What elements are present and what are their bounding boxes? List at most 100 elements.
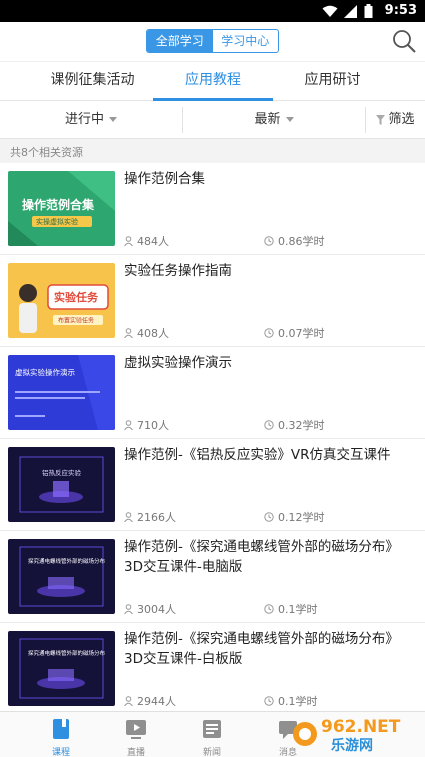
sort-label: 最新 xyxy=(254,112,281,127)
clock-icon xyxy=(264,420,274,430)
item-title: 操作范例-《铝热反应实验》VR仿真交互课件 xyxy=(124,447,391,463)
person-icon xyxy=(124,512,133,522)
filter-label: 筛选 xyxy=(388,112,415,127)
item-participants: 2944人 xyxy=(124,693,176,709)
site-watermark-logo: 962.NET 乐游网 xyxy=(293,717,401,754)
status-icons xyxy=(322,4,373,18)
list-item[interactable]: 探究通电螺线管外部的磁场分布 操作范例-《探究通电螺线管外部的磁场分布》3D交互… xyxy=(0,623,425,715)
funnel-icon xyxy=(376,114,386,125)
clock-icon xyxy=(264,236,274,246)
participant-count: 2944人 xyxy=(137,695,176,708)
sort-dropdown[interactable]: 最新 xyxy=(183,101,365,139)
item-title: 操作范例-《探究通电螺线管外部的磁场分布》3D交互课件-电脑版 xyxy=(124,539,399,575)
person-icon xyxy=(124,236,133,246)
watermark-top: 962.NET xyxy=(321,717,401,737)
item-title: 操作范例-《探究通电螺线管外部的磁场分布》3D交互课件-白板版 xyxy=(124,631,399,667)
nav-label: 课程 xyxy=(51,748,70,757)
item-thumbnail: 探究通电螺线管外部的磁场分布 xyxy=(8,631,115,706)
person-icon xyxy=(124,604,133,614)
status-filter-dropdown[interactable]: 进行中 xyxy=(0,101,182,139)
status-time: 9:53 xyxy=(384,3,417,18)
item-study-hours: 0.07学时 xyxy=(264,325,325,341)
study-hours: 0.86学时 xyxy=(278,235,325,248)
filter-button[interactable]: 筛选 xyxy=(366,101,425,139)
watermark-bottom: 乐游网 xyxy=(331,737,373,754)
clock-icon xyxy=(264,604,274,614)
thumb-title: 铝热反应实验 xyxy=(42,468,82,477)
result-count-bar: 共8个相关资源 xyxy=(0,139,425,163)
clock-icon xyxy=(264,512,274,522)
signal-icon xyxy=(344,4,357,18)
item-participants: 2166人 xyxy=(124,509,176,525)
search-icon[interactable] xyxy=(391,28,417,54)
clock-icon xyxy=(264,696,274,706)
study-hours: 0.07学时 xyxy=(278,327,325,340)
item-thumbnail: 铝热反应实验 xyxy=(8,447,115,522)
study-hours: 0.32学时 xyxy=(278,419,325,432)
list-item[interactable]: 实验任务 布置实验任务 实验任务操作指南 408人 0.07学时 xyxy=(0,255,425,347)
item-participants: 408人 xyxy=(124,325,169,341)
nav-label: 新闻 xyxy=(202,748,221,757)
participant-count: 3004人 xyxy=(137,603,176,616)
item-participants: 710人 xyxy=(124,417,169,433)
segment-learning-center[interactable]: 学习中心 xyxy=(213,30,279,52)
thumb-title: 探究通电螺线管外部的磁场分布 xyxy=(28,557,106,565)
item-study-hours: 0.86学时 xyxy=(264,233,325,249)
item-study-hours: 0.1学时 xyxy=(264,693,318,709)
thumb-title: 操作范例合集 xyxy=(22,197,95,212)
segment-all-learning[interactable]: 全部学习 xyxy=(147,30,213,52)
clock-icon xyxy=(264,328,274,338)
person-icon xyxy=(124,420,133,430)
tab-discussion[interactable]: 应用研讨 xyxy=(275,62,390,101)
thumb-title: 实验任务 xyxy=(54,290,99,304)
thumb-subtitle: 实操虚拟实验 xyxy=(36,217,78,226)
item-participants: 484人 xyxy=(124,233,169,249)
tab-case-collection[interactable]: 课例征集活动 xyxy=(30,62,155,101)
chevron-down-icon xyxy=(285,117,294,122)
wifi-icon xyxy=(322,5,338,17)
participant-count: 484人 xyxy=(137,235,169,248)
item-study-hours: 0.1学时 xyxy=(264,601,318,617)
chevron-down-icon xyxy=(109,117,117,122)
item-thumbnail: 实验任务 布置实验任务 xyxy=(8,263,115,338)
list-item[interactable]: 操作范例合集 实操虚拟实验 操作范例合集 484人 0.86学时 xyxy=(0,163,425,255)
participant-count: 710人 xyxy=(137,419,169,432)
thumb-title: 虚拟实验操作演示 xyxy=(15,367,75,377)
nav-course[interactable]: 课程 xyxy=(21,712,101,757)
battery-icon xyxy=(364,4,373,18)
item-thumbnail: 虚拟实验操作演示 xyxy=(8,355,115,430)
list-item[interactable]: 探究通电螺线管外部的磁场分布 操作范例-《探究通电螺线管外部的磁场分布》3D交互… xyxy=(0,531,425,623)
study-hours: 0.1学时 xyxy=(278,695,318,708)
news-icon xyxy=(203,720,221,738)
category-tabs: 课例征集活动 应用教程 应用研讨 xyxy=(0,62,425,101)
status-filter-label: 进行中 xyxy=(64,112,104,127)
participant-count: 408人 xyxy=(137,327,169,340)
top-header: 全部学习 学习中心 xyxy=(0,22,425,62)
item-thumbnail: 操作范例合集 实操虚拟实验 xyxy=(8,171,115,246)
item-thumbnail: 探究通电螺线管外部的磁场分布 xyxy=(8,539,115,614)
result-count: 共8个相关资源 xyxy=(10,146,83,159)
participant-count: 2166人 xyxy=(137,511,176,524)
thumb-title: 探究通电螺线管外部的磁场分布 xyxy=(28,649,106,657)
tab-tutorial[interactable]: 应用教程 xyxy=(153,62,273,101)
item-study-hours: 0.32学时 xyxy=(264,417,325,433)
filter-bar: 进行中 最新 筛选 xyxy=(0,101,425,139)
thumb-subtitle: 布置实验任务 xyxy=(58,317,94,325)
item-title: 操作范例合集 xyxy=(124,171,205,187)
person-icon xyxy=(124,696,133,706)
list-item[interactable]: 虚拟实验操作演示 虚拟实验操作演示 710人 0.32学时 xyxy=(0,347,425,439)
item-title: 实验任务操作指南 xyxy=(124,263,232,279)
study-hours: 0.12学时 xyxy=(278,511,325,524)
live-icon xyxy=(126,720,146,739)
person-icon xyxy=(124,328,133,338)
list-item[interactable]: 铝热反应实验 操作范例-《铝热反应实验》VR仿真交互课件 2166人 0.12学… xyxy=(0,439,425,531)
learning-segment-control: 全部学习 学习中心 xyxy=(146,29,279,53)
study-hours: 0.1学时 xyxy=(278,603,318,616)
book-icon xyxy=(53,719,69,739)
status-bar: 9:53 xyxy=(0,0,425,22)
nav-live[interactable]: 直播 xyxy=(96,712,176,757)
item-study-hours: 0.12学时 xyxy=(264,509,325,525)
item-participants: 3004人 xyxy=(124,601,176,617)
nav-news[interactable]: 新闻 xyxy=(172,712,252,757)
nav-label: 直播 xyxy=(126,748,145,757)
